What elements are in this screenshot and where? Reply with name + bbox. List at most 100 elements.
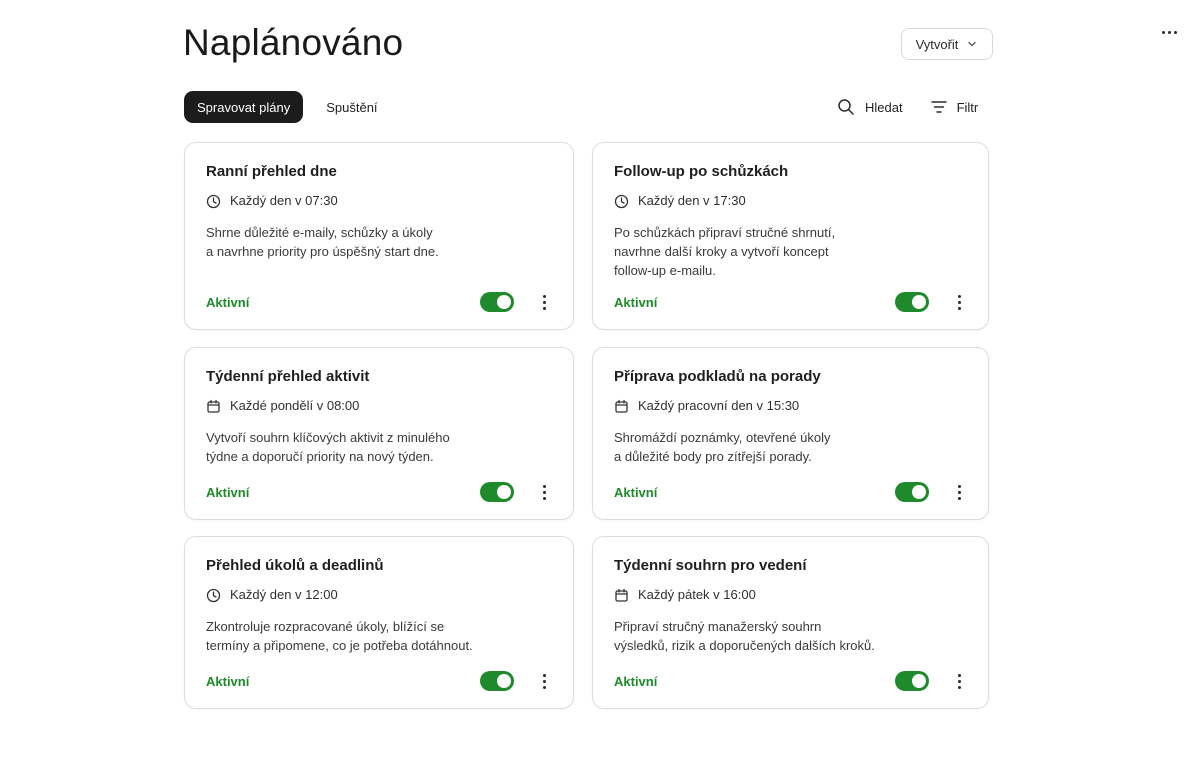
plan-schedule: Každý den v 17:30 <box>614 193 967 209</box>
plan-description: Shrne důležité e-maily, schůzky a úkoly … <box>206 223 456 261</box>
plan-description-line: Po schůzkách připraví stručné shrnutí, <box>614 225 836 240</box>
plan-description-line: follow-up e-mailu. <box>614 263 716 278</box>
dot <box>1173 30 1177 34</box>
plan-schedule-text: Každý den v 17:30 <box>638 193 746 208</box>
plan-title: Týdenní přehled aktivit <box>206 368 370 385</box>
create-button[interactable]: Vytvořit <box>901 28 993 60</box>
plan-footer: Aktivní <box>206 482 552 502</box>
filter-button[interactable]: Filtr <box>930 96 979 118</box>
plan-card[interactable]: Týdenní přehled aktivit Každé pondělí v … <box>184 347 574 520</box>
create-button-label: Vytvořit <box>915 36 959 52</box>
tab-runs[interactable]: Spuštění <box>313 91 390 123</box>
plan-description-line: navrhne další kroky a vytvoří koncept <box>614 244 829 259</box>
plan-description: Vytvoří souhrn klíčových aktivit z minul… <box>206 428 486 466</box>
plan-description: Po schůzkách připraví stručné shrnutí, n… <box>614 223 864 280</box>
more-options-icon[interactable] <box>1156 22 1182 42</box>
plan-schedule-text: Každý den v 07:30 <box>230 193 338 208</box>
enable-toggle[interactable] <box>895 482 929 502</box>
calendar-icon <box>614 588 629 603</box>
toggle-knob <box>912 485 926 499</box>
plan-card[interactable]: Týdenní souhrn pro vedení Každý pátek v … <box>592 536 989 709</box>
tab-label: Spuštění <box>326 99 378 115</box>
tab-label: Spravovat plány <box>197 99 291 115</box>
status-badge: Aktivní <box>206 673 250 689</box>
toolbar: Hledat Filtr <box>837 96 978 118</box>
status-badge: Aktivní <box>206 484 250 500</box>
plan-description-line: Vytvoří souhrn klíčových aktivit z minul… <box>206 430 450 445</box>
plan-footer: Aktivní <box>614 482 967 502</box>
dot <box>1161 30 1165 34</box>
page: Naplánováno Vytvořit Spravovat plány Spu… <box>0 0 1200 767</box>
plan-title: Follow-up po schůzkách <box>614 163 789 180</box>
plan-description: Zkontroluje rozpracované úkoly, blížící … <box>206 617 506 655</box>
enable-toggle[interactable] <box>480 292 514 312</box>
search-button[interactable]: Hledat <box>837 96 903 118</box>
filter-label: Filtr <box>956 99 979 115</box>
more-vertical-icon[interactable] <box>951 671 967 691</box>
status-badge: Aktivní <box>206 294 250 310</box>
page-title: Naplánováno <box>183 22 404 63</box>
enable-toggle[interactable] <box>895 671 929 691</box>
plan-schedule-text: Každý pracovní den v 15:30 <box>638 398 800 413</box>
plan-description-line: a navrhne priority pro úspěšný start dne… <box>206 244 439 259</box>
filter-icon <box>930 100 947 114</box>
plan-schedule: Každý pátek v 16:00 <box>614 587 967 603</box>
plan-schedule-text: Každý den v 12:00 <box>230 587 338 602</box>
toggle-knob <box>912 295 926 309</box>
plan-footer: Aktivní <box>614 292 967 312</box>
plan-card[interactable]: Ranní přehled dne Každý den v 07:30 Shrn… <box>184 142 574 330</box>
plan-description-line: Připraví stručný manažerský souhrn <box>614 619 822 634</box>
plan-schedule: Každý den v 12:00 <box>206 587 552 603</box>
plan-footer: Aktivní <box>614 671 967 691</box>
plan-footer: Aktivní <box>206 671 552 691</box>
plan-description-line: Zkontroluje rozpracované úkoly, blížící … <box>206 619 445 634</box>
more-vertical-icon[interactable] <box>951 292 967 312</box>
plan-title: Přehled úkolů a deadlinů <box>206 557 384 574</box>
toggle-knob <box>497 674 511 688</box>
plan-description-line: výsledků, rizik a doporučených dalších k… <box>614 638 875 653</box>
clock-icon <box>206 194 221 209</box>
more-vertical-icon[interactable] <box>536 482 552 502</box>
plan-schedule: Každý pracovní den v 15:30 <box>614 398 967 414</box>
dot <box>1167 30 1171 34</box>
search-icon <box>837 98 855 116</box>
more-vertical-icon[interactable] <box>951 482 967 502</box>
plan-footer: Aktivní <box>206 292 552 312</box>
clock-icon <box>614 194 629 209</box>
status-badge: Aktivní <box>614 294 658 310</box>
more-vertical-icon[interactable] <box>536 671 552 691</box>
plan-card[interactable]: Příprava podkladů na porady Každý pracov… <box>592 347 989 520</box>
plan-card[interactable]: Follow-up po schůzkách Každý den v 17:30… <box>592 142 989 330</box>
calendar-icon <box>206 399 221 414</box>
plan-schedule-text: Každé pondělí v 08:00 <box>230 398 360 413</box>
plan-description-line: a důležité body pro zítřejší porady. <box>614 449 812 464</box>
toggle-knob <box>497 295 511 309</box>
enable-toggle[interactable] <box>480 671 514 691</box>
toggle-knob <box>912 674 926 688</box>
calendar-icon <box>614 399 629 414</box>
plan-description-line: Shrne důležité e-maily, schůzky a úkoly <box>206 225 433 240</box>
plan-description: Shromáždí poznámky, otevřené úkoly a důl… <box>614 428 864 466</box>
plan-schedule-text: Každý pátek v 16:00 <box>638 587 756 602</box>
toggle-knob <box>497 485 511 499</box>
plan-title: Příprava podkladů na porady <box>614 368 821 385</box>
clock-icon <box>206 588 221 603</box>
plan-description-line: týdne a doporučí priority na nový týden. <box>206 449 434 464</box>
plans-grid: Ranní přehled dne Každý den v 07:30 Shrn… <box>184 142 989 709</box>
tab-manage-plans[interactable]: Spravovat plány <box>184 91 304 123</box>
plan-card[interactable]: Přehled úkolů a deadlinů Každý den v 12:… <box>184 536 574 709</box>
plan-schedule: Každý den v 07:30 <box>206 193 552 209</box>
plan-description-line: Shromáždí poznámky, otevřené úkoly <box>614 430 831 445</box>
status-badge: Aktivní <box>614 673 658 689</box>
enable-toggle[interactable] <box>480 482 514 502</box>
tab-bar: Spravovat plány Spuštění <box>184 91 391 123</box>
plan-title: Týdenní souhrn pro vedení <box>614 557 807 574</box>
chevron-down-icon <box>966 38 978 50</box>
enable-toggle[interactable] <box>895 292 929 312</box>
plan-description: Připraví stručný manažerský souhrn výsle… <box>614 617 914 655</box>
more-vertical-icon[interactable] <box>536 292 552 312</box>
plan-schedule: Každé pondělí v 08:00 <box>206 398 552 414</box>
plan-description-line: termíny a připomene, co je potřeba dotáh… <box>206 638 473 653</box>
plan-title: Ranní přehled dne <box>206 163 337 180</box>
status-badge: Aktivní <box>614 484 658 500</box>
